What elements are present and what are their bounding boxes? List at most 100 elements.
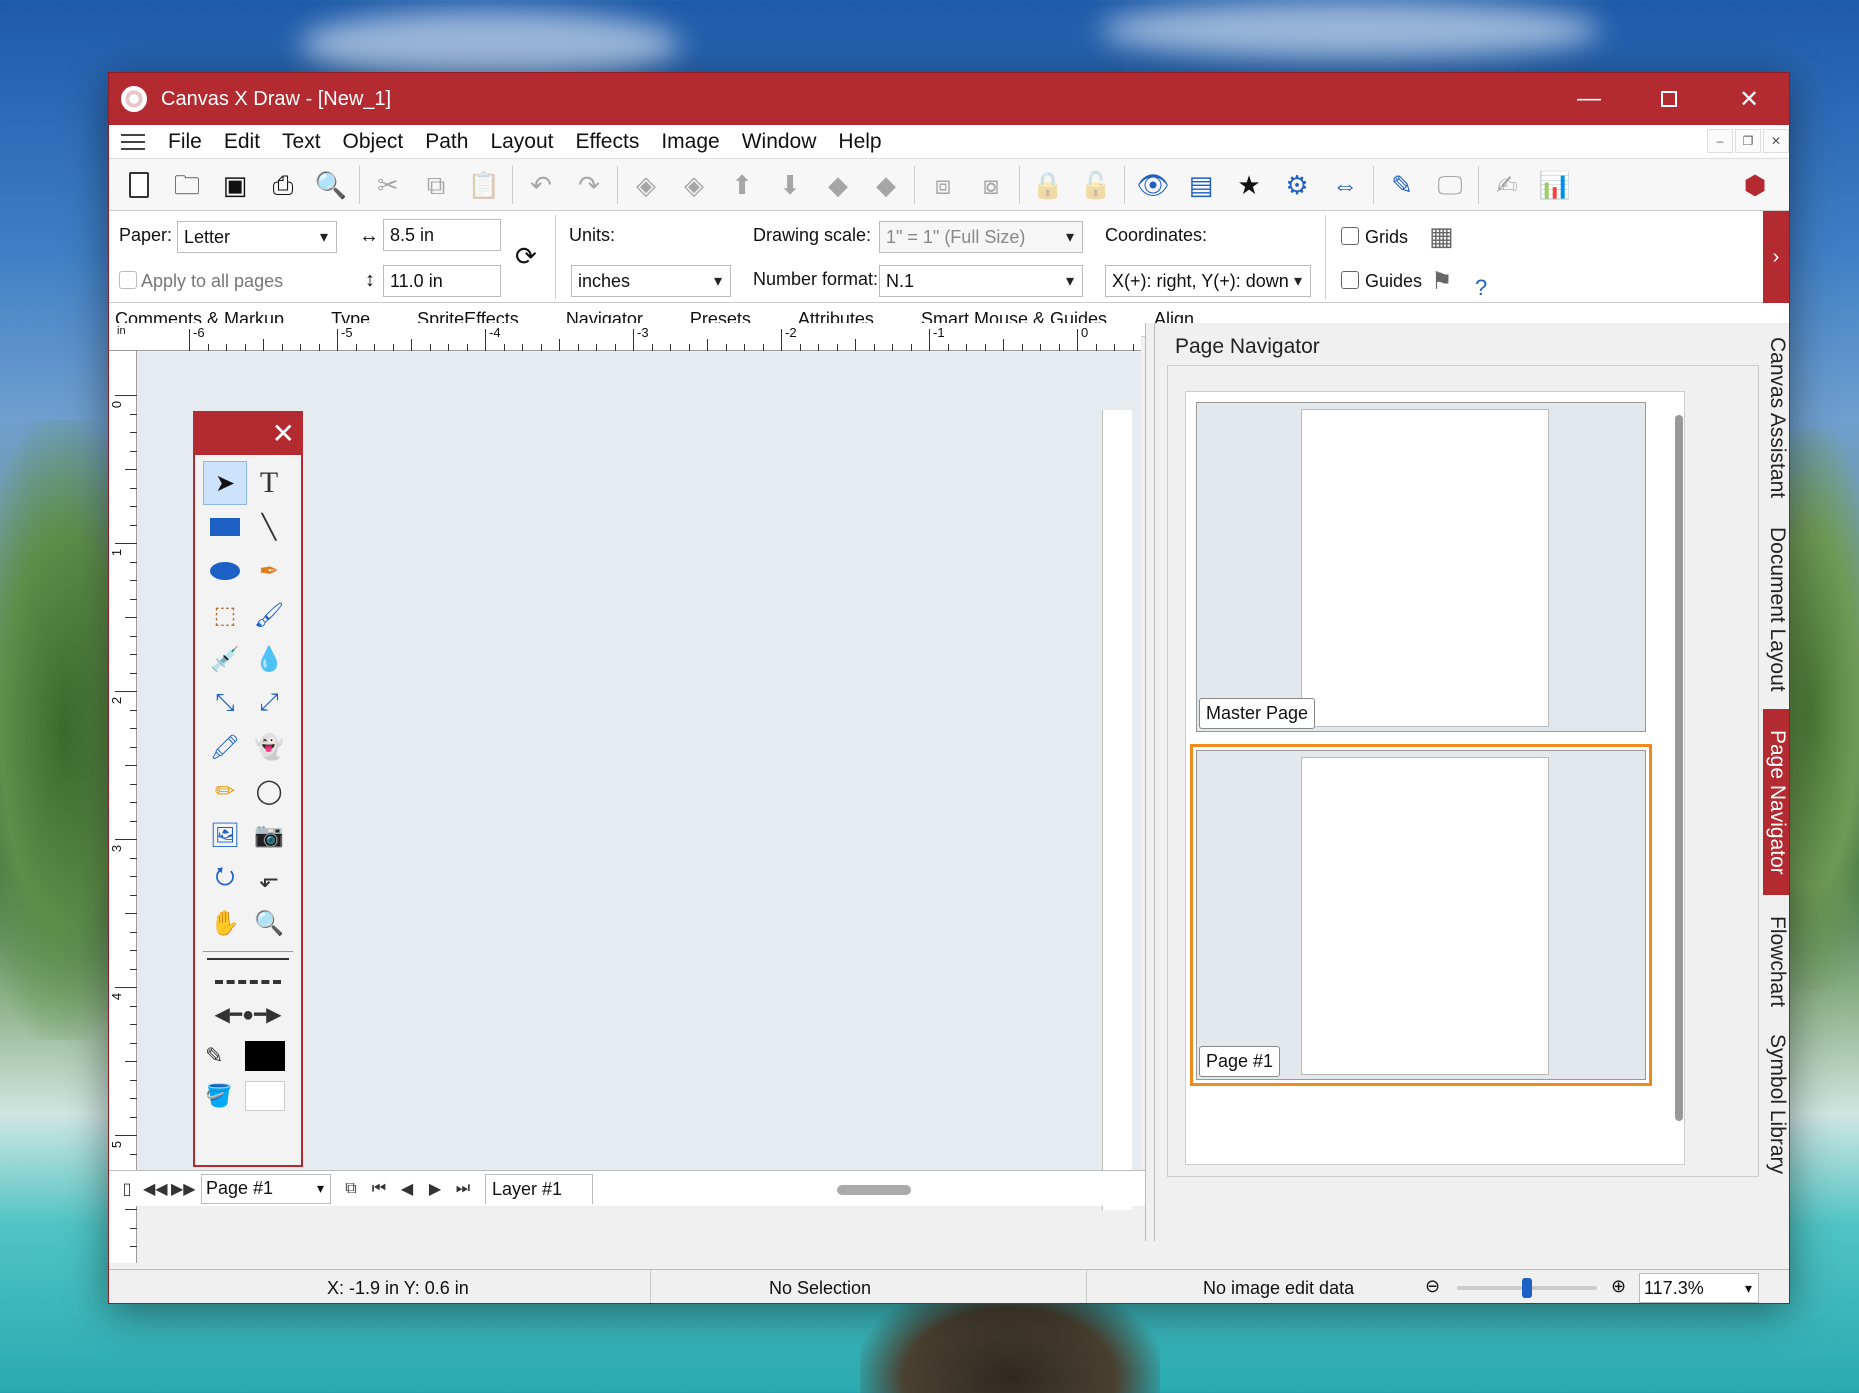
zoom-select[interactable]: 117.3%: [1639, 1273, 1759, 1303]
zoom-slider-thumb[interactable]: [1522, 1278, 1532, 1298]
panel-scrollbar[interactable]: [1675, 415, 1683, 1121]
rotate-page-icon[interactable]: ⟳: [515, 241, 537, 272]
vtab-flowchart[interactable]: Flowchart: [1763, 903, 1789, 1021]
zoom-out-icon[interactable]: ⊖: [1425, 1276, 1440, 1297]
close-button[interactable]: ✕: [1709, 73, 1789, 125]
menu-effects[interactable]: Effects: [565, 130, 651, 154]
send-backward-button[interactable]: ◆: [866, 165, 906, 205]
redo-button[interactable]: ↷: [569, 165, 609, 205]
backward-button[interactable]: ⬇: [770, 165, 810, 205]
guide-settings-icon[interactable]: ⚑: [1431, 267, 1453, 296]
horizontal-scrollbar[interactable]: [837, 1185, 911, 1195]
doc-close-button[interactable]: ✕: [1763, 129, 1789, 153]
vtab-document-layout[interactable]: Document Layout: [1763, 519, 1789, 699]
image-tool[interactable]: 🖼: [203, 813, 247, 857]
color-dropper-tool[interactable]: 💧: [247, 637, 291, 681]
coordinates-select[interactable]: X(+): right, Y(+): down: [1105, 265, 1311, 297]
next-page-double-icon[interactable]: ▶▶: [171, 1179, 196, 1199]
oval-tool[interactable]: [203, 549, 247, 593]
view-button[interactable]: 👁: [1133, 165, 1173, 205]
lock-button[interactable]: 🔒: [1028, 165, 1068, 205]
grids-checkbox[interactable]: [1341, 227, 1359, 245]
annotation-tool[interactable]: ✏: [203, 769, 247, 813]
fit-width-button[interactable]: ⇔: [1325, 165, 1365, 205]
hand-tool[interactable]: ✋: [203, 901, 247, 945]
copy-button[interactable]: ⧉: [416, 165, 456, 205]
settings-button[interactable]: ⚙: [1277, 165, 1317, 205]
guides-checkbox[interactable]: [1341, 271, 1359, 289]
camera-tool[interactable]: 📷: [247, 813, 291, 857]
number-format-select[interactable]: N.1: [879, 265, 1083, 297]
minimize-button[interactable]: —: [1549, 73, 1629, 125]
help-icon[interactable]: ?: [1475, 275, 1487, 301]
last-layer-icon[interactable]: ⏭: [451, 1180, 475, 1198]
maximize-button[interactable]: [1629, 73, 1709, 125]
page-select[interactable]: Page #1: [201, 1173, 331, 1204]
chart-button[interactable]: 📊: [1535, 165, 1575, 205]
pen-color-swatch[interactable]: [245, 1041, 285, 1071]
prev-layer-icon[interactable]: ◀: [395, 1179, 419, 1199]
paste-button[interactable]: 📋: [464, 165, 504, 205]
layers-icon[interactable]: ⧉: [339, 1180, 363, 1198]
layer-tab[interactable]: Layer #1: [485, 1173, 594, 1204]
paper-select[interactable]: Letter: [177, 221, 337, 253]
dimension-tool[interactable]: ⤡: [203, 681, 247, 725]
canvas-logo-button[interactable]: ⬢: [1735, 165, 1775, 205]
expand-panel-button[interactable]: ›: [1763, 211, 1789, 303]
height-input[interactable]: 11.0 in: [383, 265, 501, 297]
grid-settings-icon[interactable]: ▦: [1429, 221, 1454, 252]
menu-path[interactable]: Path: [414, 130, 479, 154]
brush-tool[interactable]: 🖌: [247, 593, 291, 637]
ungroup-button[interactable]: ⧇: [971, 165, 1011, 205]
hamburger-menu-icon[interactable]: [121, 133, 145, 150]
text-tool[interactable]: T: [247, 461, 291, 505]
connector-tool[interactable]: ⬐: [247, 857, 291, 901]
chart-edit-button[interactable]: ✍: [1487, 165, 1527, 205]
flowchart-tool[interactable]: ⭮: [203, 857, 247, 901]
first-layer-icon[interactable]: ⏮: [367, 1180, 391, 1198]
fill-color-swatch[interactable]: [245, 1081, 285, 1111]
menu-layout[interactable]: Layout: [479, 130, 564, 154]
doc-restore-button[interactable]: ❐: [1735, 129, 1761, 153]
prev-page-double-icon[interactable]: ◀◀: [143, 1179, 168, 1199]
title-bar[interactable]: Canvas X Draw - [New_1] — ✕: [109, 73, 1789, 125]
open-button[interactable]: 🗀: [167, 165, 207, 205]
menu-edit[interactable]: Edit: [213, 130, 271, 154]
print-preview-button[interactable]: 🔍: [311, 165, 351, 205]
forward-button[interactable]: ⬆: [722, 165, 762, 205]
edit-doc-button[interactable]: ✎: [1382, 165, 1422, 205]
zoom-tool[interactable]: 🔍: [247, 901, 291, 945]
save-button[interactable]: ▣: [215, 165, 255, 205]
sprite-tool[interactable]: 👻: [247, 725, 291, 769]
menu-window[interactable]: Window: [731, 130, 828, 154]
send-back-button[interactable]: ◈: [674, 165, 714, 205]
print-button[interactable]: ⎙: [263, 165, 303, 205]
undo-button[interactable]: ↶: [521, 165, 561, 205]
menu-help[interactable]: Help: [827, 130, 892, 154]
dash-style-swatch[interactable]: [215, 980, 281, 984]
unlock-button[interactable]: 🔓: [1076, 165, 1116, 205]
tool-palette-header[interactable]: ✕: [195, 413, 301, 455]
bring-front-button[interactable]: ◈: [626, 165, 666, 205]
line-weight-swatch[interactable]: [207, 958, 289, 960]
new-page-icon[interactable]: ▯: [115, 1179, 139, 1199]
vertical-ruler[interactable]: 0 1 2 3 4 5: [109, 351, 137, 1263]
doc-minimize-button[interactable]: –: [1707, 129, 1733, 153]
monitor-button[interactable]: 🖵: [1430, 165, 1470, 205]
effects-button[interactable]: ★: [1229, 165, 1269, 205]
window-button[interactable]: ▤: [1181, 165, 1221, 205]
highlighter-tool[interactable]: 🖍: [203, 725, 247, 769]
group-button[interactable]: ⧈: [923, 165, 963, 205]
master-page-thumbnail[interactable]: Master Page: [1196, 402, 1646, 732]
menu-object[interactable]: Object: [332, 130, 415, 154]
horizontal-ruler[interactable]: in -6 -5 -4 -3 -2 -1 0: [109, 323, 1141, 351]
vtab-canvas-assistant[interactable]: Canvas Assistant: [1763, 333, 1789, 503]
rectangle-tool[interactable]: [203, 505, 247, 549]
new-doc-button[interactable]: [119, 165, 159, 205]
eyedropper-tool[interactable]: 💉: [203, 637, 247, 681]
scale-select[interactable]: 1" = 1" (Full Size): [879, 221, 1083, 253]
next-layer-icon[interactable]: ▶: [423, 1179, 447, 1199]
line-tool[interactable]: ╲: [247, 505, 291, 549]
vtab-page-navigator[interactable]: Page Navigator: [1763, 709, 1789, 895]
close-icon[interactable]: ✕: [272, 417, 295, 450]
